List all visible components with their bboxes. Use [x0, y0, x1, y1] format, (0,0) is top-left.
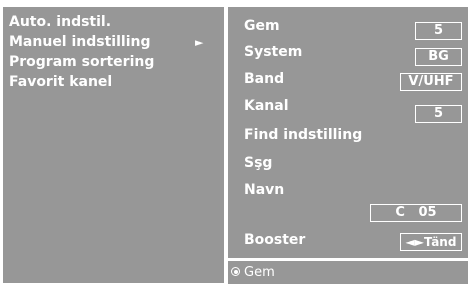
gem-value[interactable]: 5	[415, 22, 462, 40]
find-tuning-label[interactable]: Find indstilling	[244, 126, 362, 144]
search-label[interactable]: Sşg	[244, 154, 272, 172]
left-menu-panel: Auto. indstil. Manuel indstilling ► Prog…	[3, 7, 224, 283]
kanal-value[interactable]: 5	[415, 105, 462, 123]
kanal-label: Kanal	[244, 98, 289, 114]
submenu-arrow-icon: ►	[195, 36, 204, 49]
tv-osd-menu: Auto. indstil. Manuel indstilling ► Prog…	[0, 0, 470, 284]
menu-item-manual-tuning[interactable]: Manuel indstilling	[9, 33, 150, 51]
name-label: Navn	[244, 182, 285, 198]
menu-item-favorite-channel[interactable]: Favorit kanel	[9, 73, 112, 91]
band-value[interactable]: V/UHF	[400, 73, 462, 91]
name-value[interactable]: C 05	[370, 204, 462, 222]
gem-label: Gem	[244, 18, 280, 34]
system-label: System	[244, 44, 303, 60]
menu-item-program-sorting[interactable]: Program sortering	[9, 53, 154, 71]
booster-value[interactable]: ◄►Tänd	[400, 233, 462, 251]
menu-item-auto-tuning[interactable]: Auto. indstil.	[9, 13, 111, 31]
status-label: Gem	[244, 265, 275, 280]
band-label: Band	[244, 71, 285, 87]
status-bar: Gem	[228, 261, 468, 284]
booster-label: Booster	[244, 232, 306, 248]
radio-selected-icon	[231, 267, 240, 276]
system-value[interactable]: BG	[415, 48, 462, 66]
settings-panel: Gem 5 System BG Band V/UHF Kanal 5 Find …	[228, 7, 468, 258]
